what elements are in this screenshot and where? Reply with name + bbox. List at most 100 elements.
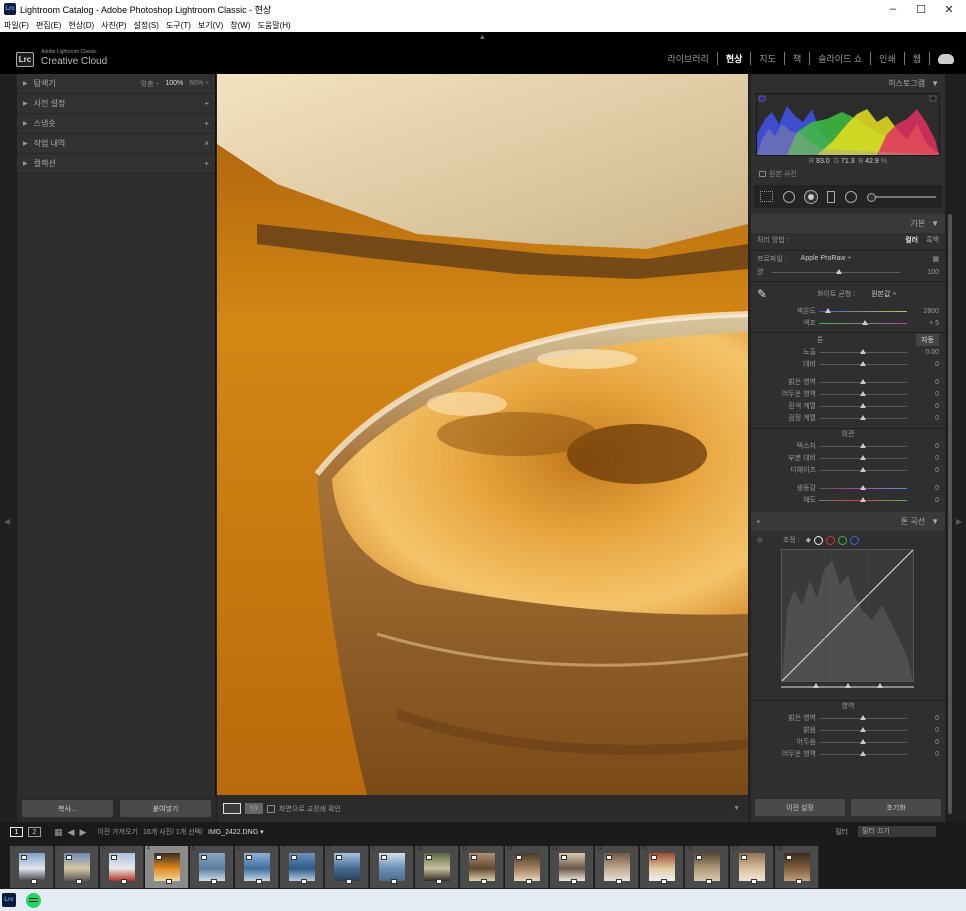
filmstrip-thumbnail[interactable]: 9 [370,846,414,888]
slider-knob[interactable] [860,360,866,366]
slider-value[interactable]: 0 [907,751,939,758]
zoom-custom[interactable]: 66% ÷ [189,80,209,87]
slider-value[interactable]: 0.00 [907,349,939,356]
tint-value[interactable]: + 5 [907,320,939,327]
filmstrip-thumbnail[interactable]: 11 [460,846,504,888]
slider-knob[interactable] [860,484,866,490]
green-channel-icon[interactable] [838,535,848,545]
slider-knob[interactable] [860,466,866,472]
forward-arrow-icon[interactable]: ▶ [79,827,86,838]
close-button[interactable]: ✕ [934,0,964,18]
scrollbar-thumb[interactable] [948,214,952,814]
slider-knob[interactable] [860,402,866,408]
menu-edit[interactable]: 편집(E) [36,20,61,31]
slider-value[interactable]: 0 [907,485,939,492]
filmstrip-thumbnail[interactable]: 15 [640,846,684,888]
source-label[interactable]: 이전 가져오기 [97,827,138,837]
tint-slider[interactable] [819,319,907,325]
slider-track[interactable] [819,402,907,408]
soft-proof-checkbox[interactable] [267,804,275,813]
module-print[interactable]: 인쇄 [871,52,904,65]
module-map[interactable]: 지도 [751,52,784,65]
slider-track[interactable] [819,484,907,490]
brush-size-slider[interactable] [867,192,936,202]
history-header[interactable]: ▶ 작업 내역 × [17,134,215,154]
right-scrollbar[interactable]: ▶ [946,74,966,822]
slider-knob[interactable] [860,454,866,460]
slider-track[interactable] [819,414,907,420]
slider-knob[interactable] [860,738,866,744]
snapshots-header[interactable]: ▶ 스냅숏 + [17,114,215,134]
collections-header[interactable]: ▶ 컬렉션 + [17,154,215,174]
filmstrip-thumbnail[interactable]: 17 [730,846,774,888]
eyedropper-icon[interactable]: ✎ [757,287,767,301]
rgb-channel-icon[interactable] [814,535,824,545]
slider-value[interactable]: 0 [907,727,939,734]
filter-select[interactable]: 필터 끄기 [858,826,936,837]
auto-tone-button[interactable]: 자동 [916,333,939,346]
before-after-icon[interactable]: Y|Y [245,803,263,814]
slider-value[interactable]: 0 [907,391,939,398]
filename-label[interactable]: IMG_2422.DNG ▾ [208,828,264,836]
slider-track[interactable] [819,714,907,720]
slider-track[interactable] [819,466,907,472]
profile-browser-icon[interactable]: ▦ [932,255,939,263]
slider-knob[interactable] [860,750,866,756]
module-book[interactable]: 책 [785,52,809,65]
filmstrip-thumbnail[interactable]: 16 [685,846,729,888]
filmstrip-thumbnail[interactable]: 3 [100,846,144,888]
menu-file[interactable]: 파일(F) [4,20,29,31]
toolbar-menu-icon[interactable]: ▼ [733,805,740,812]
amount-slider[interactable] [771,268,901,274]
histogram-header[interactable]: 히스토그램 ▼ [751,74,945,93]
add-collection-button[interactable]: + [204,159,209,168]
target-adjust-icon[interactable]: ⊙ [757,536,763,544]
main-window-button[interactable]: 1 [10,827,23,837]
menu-settings[interactable]: 설정(S) [134,20,159,31]
reset-button[interactable]: 초기화 [851,799,941,816]
loupe-view-icon[interactable] [223,803,241,814]
second-window-button[interactable]: 2 [28,827,41,837]
main-photo-view[interactable] [217,74,748,795]
slider-value[interactable]: 0 [907,361,939,368]
cloud-icon[interactable] [938,53,954,64]
back-arrow-icon[interactable]: ◀ [68,827,75,838]
slider-track[interactable] [819,454,907,460]
radial-filter-icon[interactable] [845,190,857,203]
slider-knob[interactable] [860,726,866,732]
slider-track[interactable] [819,378,907,384]
filmstrip-thumbnail[interactable]: 14 [595,846,639,888]
slider-track[interactable] [819,738,907,744]
minimize-button[interactable]: – [878,0,908,18]
histogram[interactable] [756,93,940,156]
filmstrip-thumbnail[interactable]: 2 [55,846,99,888]
slider-knob[interactable] [860,348,866,354]
menu-window[interactable]: 창(W) [230,20,250,31]
left-edge[interactable]: ◀ [0,74,17,822]
graduated-filter-icon[interactable] [827,190,835,203]
paste-button[interactable]: 붙여넣기 [120,800,211,817]
slider-knob[interactable] [860,390,866,396]
red-eye-icon[interactable] [805,190,817,203]
amount-value[interactable]: 100 [901,269,939,276]
slider-track[interactable] [819,348,907,354]
red-channel-icon[interactable] [826,535,836,545]
slider-value[interactable]: 0 [907,739,939,746]
filmstrip-thumbnail[interactable]: 6 [235,846,279,888]
slider-track[interactable] [819,496,907,502]
original-photo-toggle[interactable]: 원본 사진 [751,169,945,179]
filmstrip-thumbnail[interactable]: 4 [145,846,189,888]
zoom-100[interactable]: 100% [165,80,183,87]
wb-select[interactable]: 원본값 ÷ [871,289,896,299]
slider-knob[interactable] [860,414,866,420]
menu-view[interactable]: 보기(V) [198,20,223,31]
slider-knob[interactable] [860,378,866,384]
profile-select[interactable]: Apple ProRaw ÷ [801,255,852,262]
module-library[interactable]: 라이브러리 [659,52,716,65]
basic-header[interactable]: 기본 ▼ [751,214,945,233]
curve-toggle-icon[interactable]: ▪ [757,517,760,526]
filmstrip-thumbnail[interactable]: 18 [775,846,819,888]
filmstrip-thumbnail[interactable]: 1 [10,846,54,888]
tone-curve-header[interactable]: ▪ 톤 곡선 ▼ [751,512,945,531]
slider-value[interactable]: 0 [907,455,939,462]
